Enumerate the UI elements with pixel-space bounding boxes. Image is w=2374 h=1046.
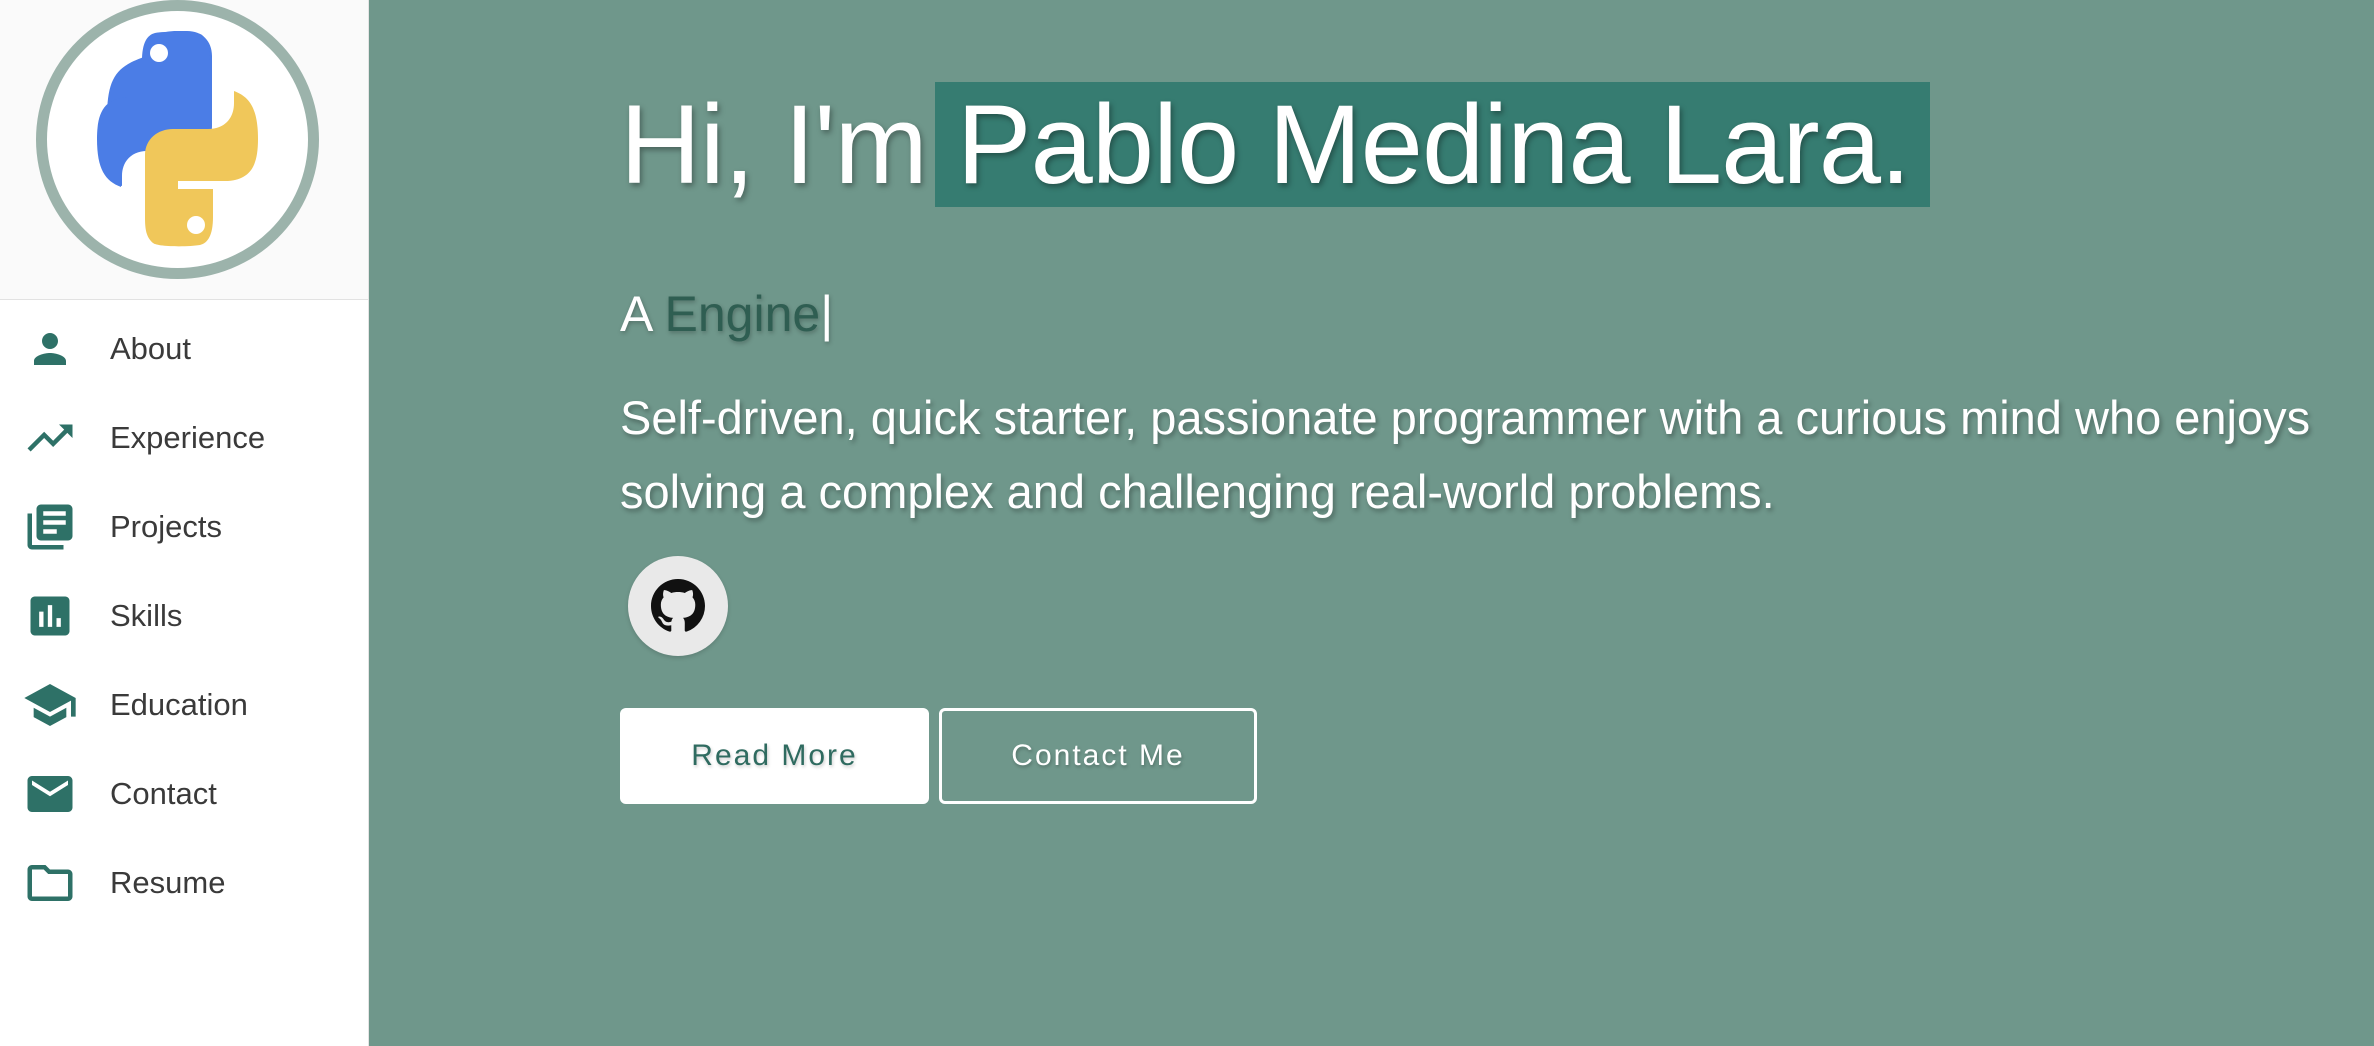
sidebar-item-resume[interactable]: Resume xyxy=(0,838,368,927)
sidebar-item-label: Projects xyxy=(110,508,222,544)
mail-icon xyxy=(22,766,78,822)
greeting-text: Hi, I'm xyxy=(620,82,928,207)
subtitle-role: Engine xyxy=(664,286,821,342)
sidebar-item-about[interactable]: About xyxy=(0,304,368,393)
hero-description: Self-driven, quick starter, passionate p… xyxy=(620,391,2311,518)
avatar[interactable] xyxy=(36,0,319,279)
sidebar-item-experience[interactable]: Experience xyxy=(0,393,368,482)
hero-name: Pablo Medina Lara. xyxy=(934,82,1931,207)
sidebar-item-label: Resume xyxy=(110,864,226,900)
sidebar-item-label: Education xyxy=(110,686,248,722)
sidebar-item-skills[interactable]: Skills xyxy=(0,571,368,660)
school-icon xyxy=(22,677,78,733)
sidebar-nav: About Experience Projects Skills Educati… xyxy=(0,304,368,927)
sidebar: About Experience Projects Skills Educati… xyxy=(0,0,369,1046)
sidebar-item-projects[interactable]: Projects xyxy=(0,482,368,571)
read-more-button[interactable]: Read More xyxy=(620,708,929,804)
contact-me-button[interactable]: Contact Me xyxy=(939,708,1257,804)
typed-subtitle: A Engine| xyxy=(620,285,833,343)
typing-cursor: | xyxy=(820,286,834,342)
folder-icon xyxy=(22,855,78,911)
trending-up-icon xyxy=(22,410,78,466)
main-content: Hi, I'm Pablo Medina Lara. A Engine| Self… xyxy=(369,0,2374,1046)
github-button[interactable] xyxy=(628,556,728,656)
sidebar-item-label: Skills xyxy=(110,597,183,633)
sidebar-item-label: About xyxy=(110,330,192,366)
python-logo-icon xyxy=(97,31,258,247)
bar-chart-icon xyxy=(22,588,78,644)
sidebar-header xyxy=(0,0,368,300)
github-icon xyxy=(651,579,705,632)
sidebar-item-contact[interactable]: Contact xyxy=(0,749,368,838)
person-icon xyxy=(22,321,78,377)
sidebar-item-label: Experience xyxy=(110,419,266,455)
library-books-icon xyxy=(22,499,78,555)
sidebar-item-education[interactable]: Education xyxy=(0,660,368,749)
sidebar-item-label: Contact xyxy=(110,775,217,811)
subtitle-prefix: A xyxy=(620,286,651,342)
page-title: Hi, I'm Pablo Medina Lara. xyxy=(620,80,1931,209)
